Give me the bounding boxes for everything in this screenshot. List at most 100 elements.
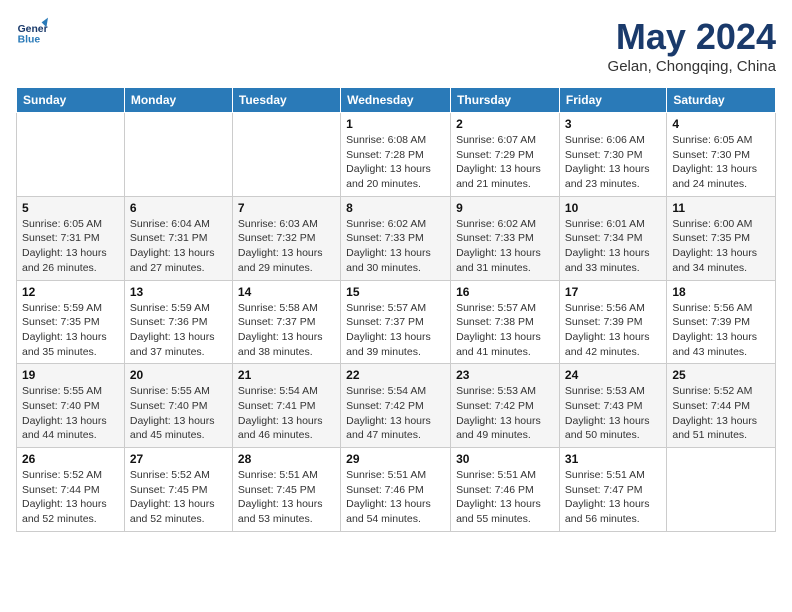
day-info: Sunrise: 5:53 AM Sunset: 7:42 PM Dayligh… <box>456 384 554 443</box>
day-info: Sunrise: 5:54 AM Sunset: 7:42 PM Dayligh… <box>346 384 445 443</box>
day-number: 11 <box>672 201 770 215</box>
calendar-cell: 3 Sunrise: 6:06 AM Sunset: 7:30 PM Daylig… <box>559 113 666 197</box>
day-info: Sunrise: 6:02 AM Sunset: 7:33 PM Dayligh… <box>346 217 445 276</box>
day-info: Sunrise: 6:00 AM Sunset: 7:35 PM Dayligh… <box>672 217 770 276</box>
day-number: 3 <box>565 117 661 131</box>
day-info: Sunrise: 5:51 AM Sunset: 7:46 PM Dayligh… <box>346 468 445 527</box>
calendar-cell: 24 Sunrise: 5:53 AM Sunset: 7:43 PM Dayli… <box>559 364 666 448</box>
day-number: 28 <box>238 452 335 466</box>
calendar-cell: 17 Sunrise: 5:56 AM Sunset: 7:39 PM Dayli… <box>559 280 666 364</box>
calendar-cell <box>667 448 776 532</box>
day-number: 1 <box>346 117 445 131</box>
calendar-cell: 5 Sunrise: 6:05 AM Sunset: 7:31 PM Daylig… <box>17 196 125 280</box>
calendar-cell: 9 Sunrise: 6:02 AM Sunset: 7:33 PM Daylig… <box>451 196 560 280</box>
day-info: Sunrise: 5:56 AM Sunset: 7:39 PM Dayligh… <box>565 301 661 360</box>
day-number: 8 <box>346 201 445 215</box>
calendar-cell <box>124 113 232 197</box>
day-number: 24 <box>565 368 661 382</box>
calendar-cell: 8 Sunrise: 6:02 AM Sunset: 7:33 PM Daylig… <box>341 196 451 280</box>
calendar-cell: 2Sunrise: 6:07 AM Sunset: 7:29 PM Daylig… <box>451 113 560 197</box>
day-info: Sunrise: 5:53 AM Sunset: 7:43 PM Dayligh… <box>565 384 661 443</box>
svg-text:Blue: Blue <box>18 34 41 45</box>
day-number: 15 <box>346 285 445 299</box>
day-number: 29 <box>346 452 445 466</box>
day-number: 27 <box>130 452 227 466</box>
day-info: Sunrise: 5:57 AM Sunset: 7:38 PM Dayligh… <box>456 301 554 360</box>
calendar-cell: 13Sunrise: 5:59 AM Sunset: 7:36 PM Dayli… <box>124 280 232 364</box>
calendar-cell: 29 Sunrise: 5:51 AM Sunset: 7:46 PM Dayli… <box>341 448 451 532</box>
calendar-cell: 16 Sunrise: 5:57 AM Sunset: 7:38 PM Dayli… <box>451 280 560 364</box>
day-number: 5 <box>22 201 119 215</box>
calendar-cell: 23 Sunrise: 5:53 AM Sunset: 7:42 PM Dayli… <box>451 364 560 448</box>
calendar-cell: 28 Sunrise: 5:51 AM Sunset: 7:45 PM Dayli… <box>232 448 340 532</box>
calendar-cell: 22 Sunrise: 5:54 AM Sunset: 7:42 PM Dayli… <box>341 364 451 448</box>
day-info: Sunrise: 5:55 AM Sunset: 7:40 PM Dayligh… <box>130 384 227 443</box>
calendar-day-header: Friday <box>559 88 666 113</box>
day-number: 26 <box>22 452 119 466</box>
calendar-body: 1Sunrise: 6:08 AM Sunset: 7:28 PM Daylig… <box>17 113 776 532</box>
day-info: Sunrise: 5:56 AM Sunset: 7:39 PM Dayligh… <box>672 301 770 360</box>
day-number: 30 <box>456 452 554 466</box>
month-title: May 2024 <box>608 16 776 58</box>
day-number: 7 <box>238 201 335 215</box>
day-number: 6 <box>130 201 227 215</box>
calendar-week-row: 12 Sunrise: 5:59 AM Sunset: 7:35 PM Dayli… <box>17 280 776 364</box>
day-number: 21 <box>238 368 335 382</box>
calendar-cell: 31 Sunrise: 5:51 AM Sunset: 7:47 PM Dayli… <box>559 448 666 532</box>
day-number: 23 <box>456 368 554 382</box>
calendar-table: SundayMondayTuesdayWednesdayThursdayFrid… <box>16 87 776 532</box>
day-info: Sunrise: 6:04 AM Sunset: 7:31 PM Dayligh… <box>130 217 227 276</box>
day-number: 10 <box>565 201 661 215</box>
title-block: May 2024 Gelan, Chongqing, China <box>608 16 776 75</box>
day-info: Sunrise: 6:05 AM Sunset: 7:30 PM Dayligh… <box>672 133 770 192</box>
day-info: Sunrise: 5:51 AM Sunset: 7:47 PM Dayligh… <box>565 468 661 527</box>
calendar-cell: 10 Sunrise: 6:01 AM Sunset: 7:34 PM Dayli… <box>559 196 666 280</box>
calendar-day-header: Sunday <box>17 88 125 113</box>
calendar-cell: 20 Sunrise: 5:55 AM Sunset: 7:40 PM Dayli… <box>124 364 232 448</box>
calendar-day-header: Wednesday <box>341 88 451 113</box>
calendar-cell: 1Sunrise: 6:08 AM Sunset: 7:28 PM Daylig… <box>341 113 451 197</box>
calendar-header-row: SundayMondayTuesdayWednesdayThursdayFrid… <box>17 88 776 113</box>
logo-icon: General Blue <box>16 16 48 48</box>
day-number: 25 <box>672 368 770 382</box>
calendar-week-row: 26 Sunrise: 5:52 AM Sunset: 7:44 PM Dayli… <box>17 448 776 532</box>
day-number: 14 <box>238 285 335 299</box>
day-info: Sunrise: 5:52 AM Sunset: 7:44 PM Dayligh… <box>22 468 119 527</box>
day-number: 31 <box>565 452 661 466</box>
day-info: Sunrise: 6:05 AM Sunset: 7:31 PM Dayligh… <box>22 217 119 276</box>
day-number: 17 <box>565 285 661 299</box>
calendar-cell: 4Sunrise: 6:05 AM Sunset: 7:30 PM Daylig… <box>667 113 776 197</box>
calendar-cell: 6 Sunrise: 6:04 AM Sunset: 7:31 PM Daylig… <box>124 196 232 280</box>
day-info: Sunrise: 6:02 AM Sunset: 7:33 PM Dayligh… <box>456 217 554 276</box>
calendar-day-header: Saturday <box>667 88 776 113</box>
day-info: Sunrise: 6:06 AM Sunset: 7:30 PM Dayligh… <box>565 133 661 192</box>
day-number: 19 <box>22 368 119 382</box>
calendar-day-header: Tuesday <box>232 88 340 113</box>
location: Gelan, Chongqing, China <box>608 58 776 75</box>
svg-text:General: General <box>18 24 48 35</box>
day-number: 16 <box>456 285 554 299</box>
day-info: Sunrise: 5:51 AM Sunset: 7:45 PM Dayligh… <box>238 468 335 527</box>
day-number: 20 <box>130 368 227 382</box>
calendar-cell: 7 Sunrise: 6:03 AM Sunset: 7:32 PM Daylig… <box>232 196 340 280</box>
day-number: 12 <box>22 285 119 299</box>
calendar-cell: 21Sunrise: 5:54 AM Sunset: 7:41 PM Dayli… <box>232 364 340 448</box>
day-info: Sunrise: 5:57 AM Sunset: 7:37 PM Dayligh… <box>346 301 445 360</box>
day-number: 22 <box>346 368 445 382</box>
day-info: Sunrise: 5:58 AM Sunset: 7:37 PM Dayligh… <box>238 301 335 360</box>
calendar-cell: 14 Sunrise: 5:58 AM Sunset: 7:37 PM Dayli… <box>232 280 340 364</box>
day-info: Sunrise: 5:59 AM Sunset: 7:36 PM Dayligh… <box>130 301 227 360</box>
day-info: Sunrise: 6:03 AM Sunset: 7:32 PM Dayligh… <box>238 217 335 276</box>
day-info: Sunrise: 6:01 AM Sunset: 7:34 PM Dayligh… <box>565 217 661 276</box>
calendar-cell <box>232 113 340 197</box>
calendar-cell: 15 Sunrise: 5:57 AM Sunset: 7:37 PM Dayli… <box>341 280 451 364</box>
day-info: Sunrise: 5:59 AM Sunset: 7:35 PM Dayligh… <box>22 301 119 360</box>
calendar-cell: 25Sunrise: 5:52 AM Sunset: 7:44 PM Dayli… <box>667 364 776 448</box>
calendar-week-row: 5 Sunrise: 6:05 AM Sunset: 7:31 PM Daylig… <box>17 196 776 280</box>
calendar-week-row: 19 Sunrise: 5:55 AM Sunset: 7:40 PM Dayli… <box>17 364 776 448</box>
day-number: 2 <box>456 117 554 131</box>
calendar-cell <box>17 113 125 197</box>
page-header: General Blue May 2024 Gelan, Chongqing, … <box>16 16 776 75</box>
day-number: 9 <box>456 201 554 215</box>
calendar-cell: 30Sunrise: 5:51 AM Sunset: 7:46 PM Dayli… <box>451 448 560 532</box>
